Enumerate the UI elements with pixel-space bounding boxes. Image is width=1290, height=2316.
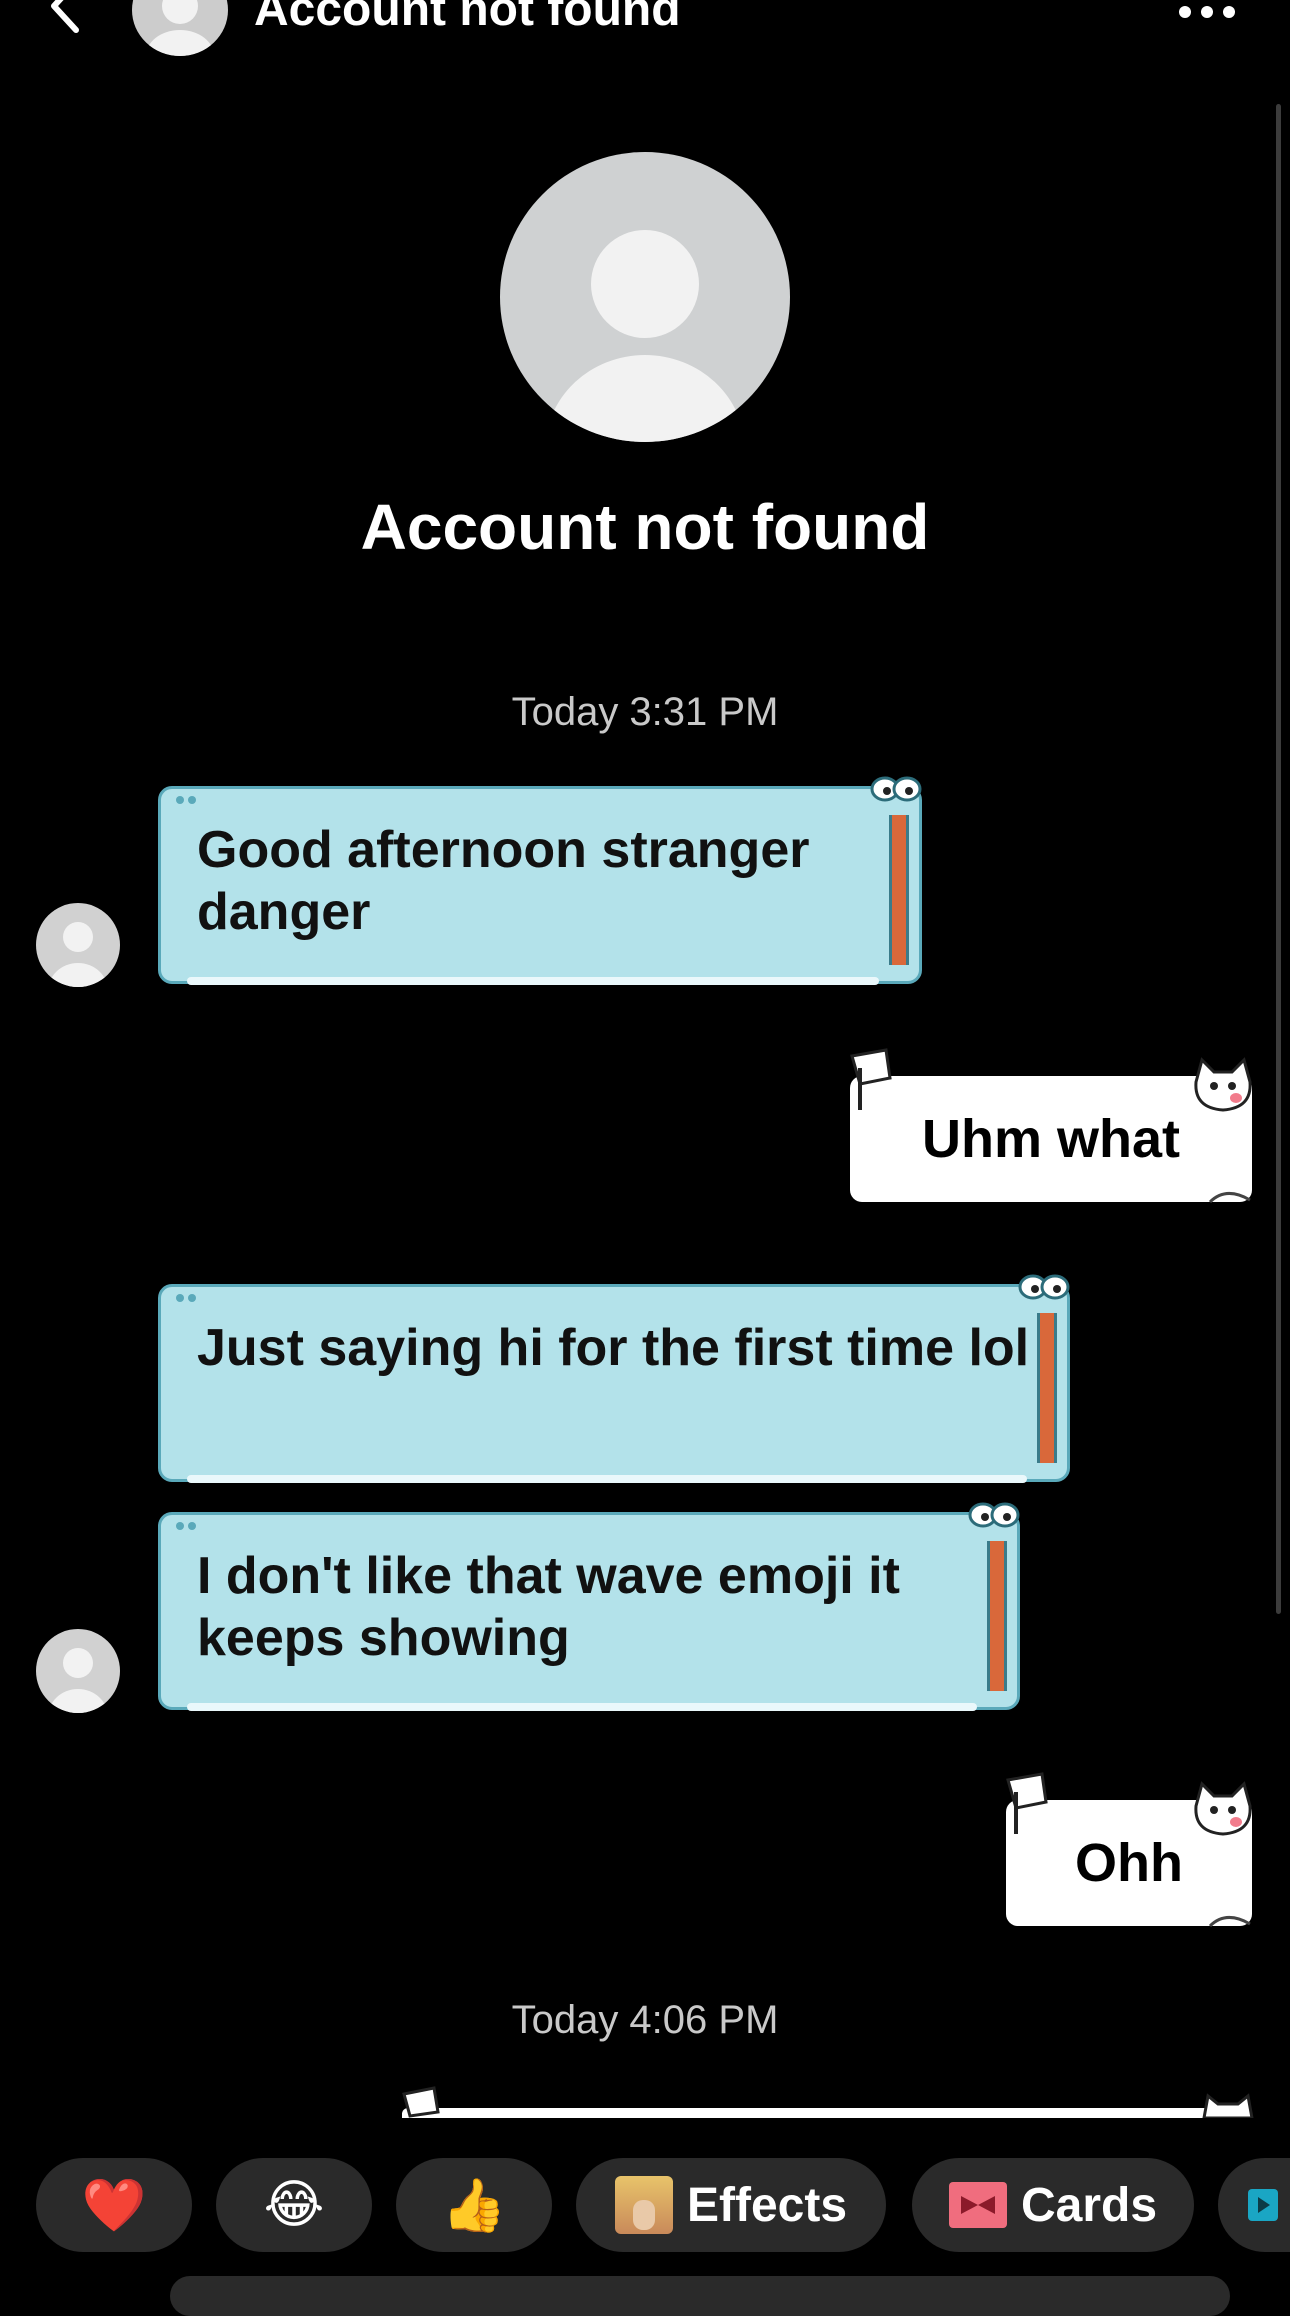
- sender-avatar[interactable]: [36, 903, 120, 987]
- heart-icon: ❤️: [81, 2175, 147, 2236]
- cards-label: Cards: [1020, 2178, 1158, 2232]
- dino-eyes-icon: [870, 776, 922, 802]
- sender-avatar[interactable]: [36, 1629, 120, 1713]
- dino-eyes-icon: [968, 1502, 1020, 1528]
- sticker-feet-icon: [1208, 1916, 1251, 1928]
- scrollbar[interactable]: [1276, 104, 1281, 1614]
- default-avatar-icon: [48, 922, 108, 987]
- message-bubble-received[interactable]: Good afternoon stranger danger: [158, 776, 922, 985]
- dino-eyes-icon: [1018, 1274, 1070, 1300]
- effects-button[interactable]: Effects: [576, 2158, 886, 2252]
- profile-avatar[interactable]: [500, 152, 790, 442]
- message-text: Ohh: [1075, 1833, 1183, 1893]
- message-text: I don't like that wave emoji it keeps sh…: [197, 1547, 900, 1667]
- cat-sticker-icon: [1194, 1057, 1252, 1112]
- timestamp: Today 3:31 PM: [511, 690, 779, 734]
- sticker-feet-icon: [1208, 1192, 1251, 1204]
- header-title[interactable]: Account not found: [254, 0, 681, 37]
- bubble-tail-decoration: [987, 1541, 1007, 1691]
- cards-button[interactable]: Cards: [912, 2158, 1194, 2252]
- bubble-dots-icon: [176, 796, 196, 804]
- bubble-tail-decoration: [889, 815, 909, 965]
- bubble-dots-icon: [176, 1294, 196, 1302]
- gift-card-icon: [948, 2182, 1007, 2228]
- timestamp: Today 4:06 PM: [511, 1998, 779, 2042]
- cat-sticker-icon: [1202, 2093, 1254, 2118]
- message-input-edge[interactable]: [170, 2276, 1230, 2316]
- message-bubble-sent[interactable]: Uhm what: [850, 1048, 1252, 1204]
- play-icon: [1248, 2189, 1278, 2221]
- more-options-icon[interactable]: [1176, 2, 1238, 22]
- default-avatar-icon: [48, 1648, 108, 1713]
- message-text: Just saying hi for the first time lol: [197, 1319, 1030, 1377]
- message-text: Uhm what: [921, 1109, 1180, 1169]
- cat-sticker-icon: [1194, 1781, 1252, 1836]
- message-bubble-sent-partial[interactable]: [402, 2086, 1254, 2118]
- profile-name: Account not found: [360, 491, 930, 563]
- bubble-underline: [187, 1475, 1027, 1483]
- reaction-heart-button[interactable]: ❤️: [36, 2158, 192, 2252]
- flag-sticker-icon: [1006, 1772, 1048, 1834]
- message-text: Good afternoon stranger danger: [197, 821, 810, 941]
- header-avatar[interactable]: [132, 0, 228, 56]
- back-arrow-icon[interactable]: [40, 0, 90, 36]
- message-bubble-received[interactable]: Just saying hi for the first time lol: [158, 1274, 1070, 1483]
- thumbs-up-icon: 👍: [441, 2175, 507, 2236]
- reaction-thumbs-up-button[interactable]: 👍: [396, 2158, 552, 2252]
- bubble-dots-icon: [176, 1522, 196, 1530]
- flag-sticker-icon: [850, 1048, 892, 1110]
- laughing-crying-icon: 😂: [263, 2175, 325, 2235]
- default-avatar-icon: [545, 230, 745, 442]
- bubble-underline: [187, 977, 879, 985]
- reaction-laugh-button[interactable]: 😂: [216, 2158, 372, 2252]
- bubble-underline: [187, 1703, 977, 1711]
- bubble-tail-decoration: [1037, 1313, 1057, 1463]
- default-avatar-icon: [146, 0, 214, 56]
- message-bubble-sent[interactable]: Ohh: [1006, 1772, 1252, 1928]
- effects-label: Effects: [686, 2178, 848, 2232]
- message-bubble-received[interactable]: I don't like that wave emoji it keeps sh…: [158, 1502, 1020, 1711]
- effects-thumbnail-icon: [614, 2176, 673, 2234]
- flag-sticker-icon: [402, 2086, 440, 2118]
